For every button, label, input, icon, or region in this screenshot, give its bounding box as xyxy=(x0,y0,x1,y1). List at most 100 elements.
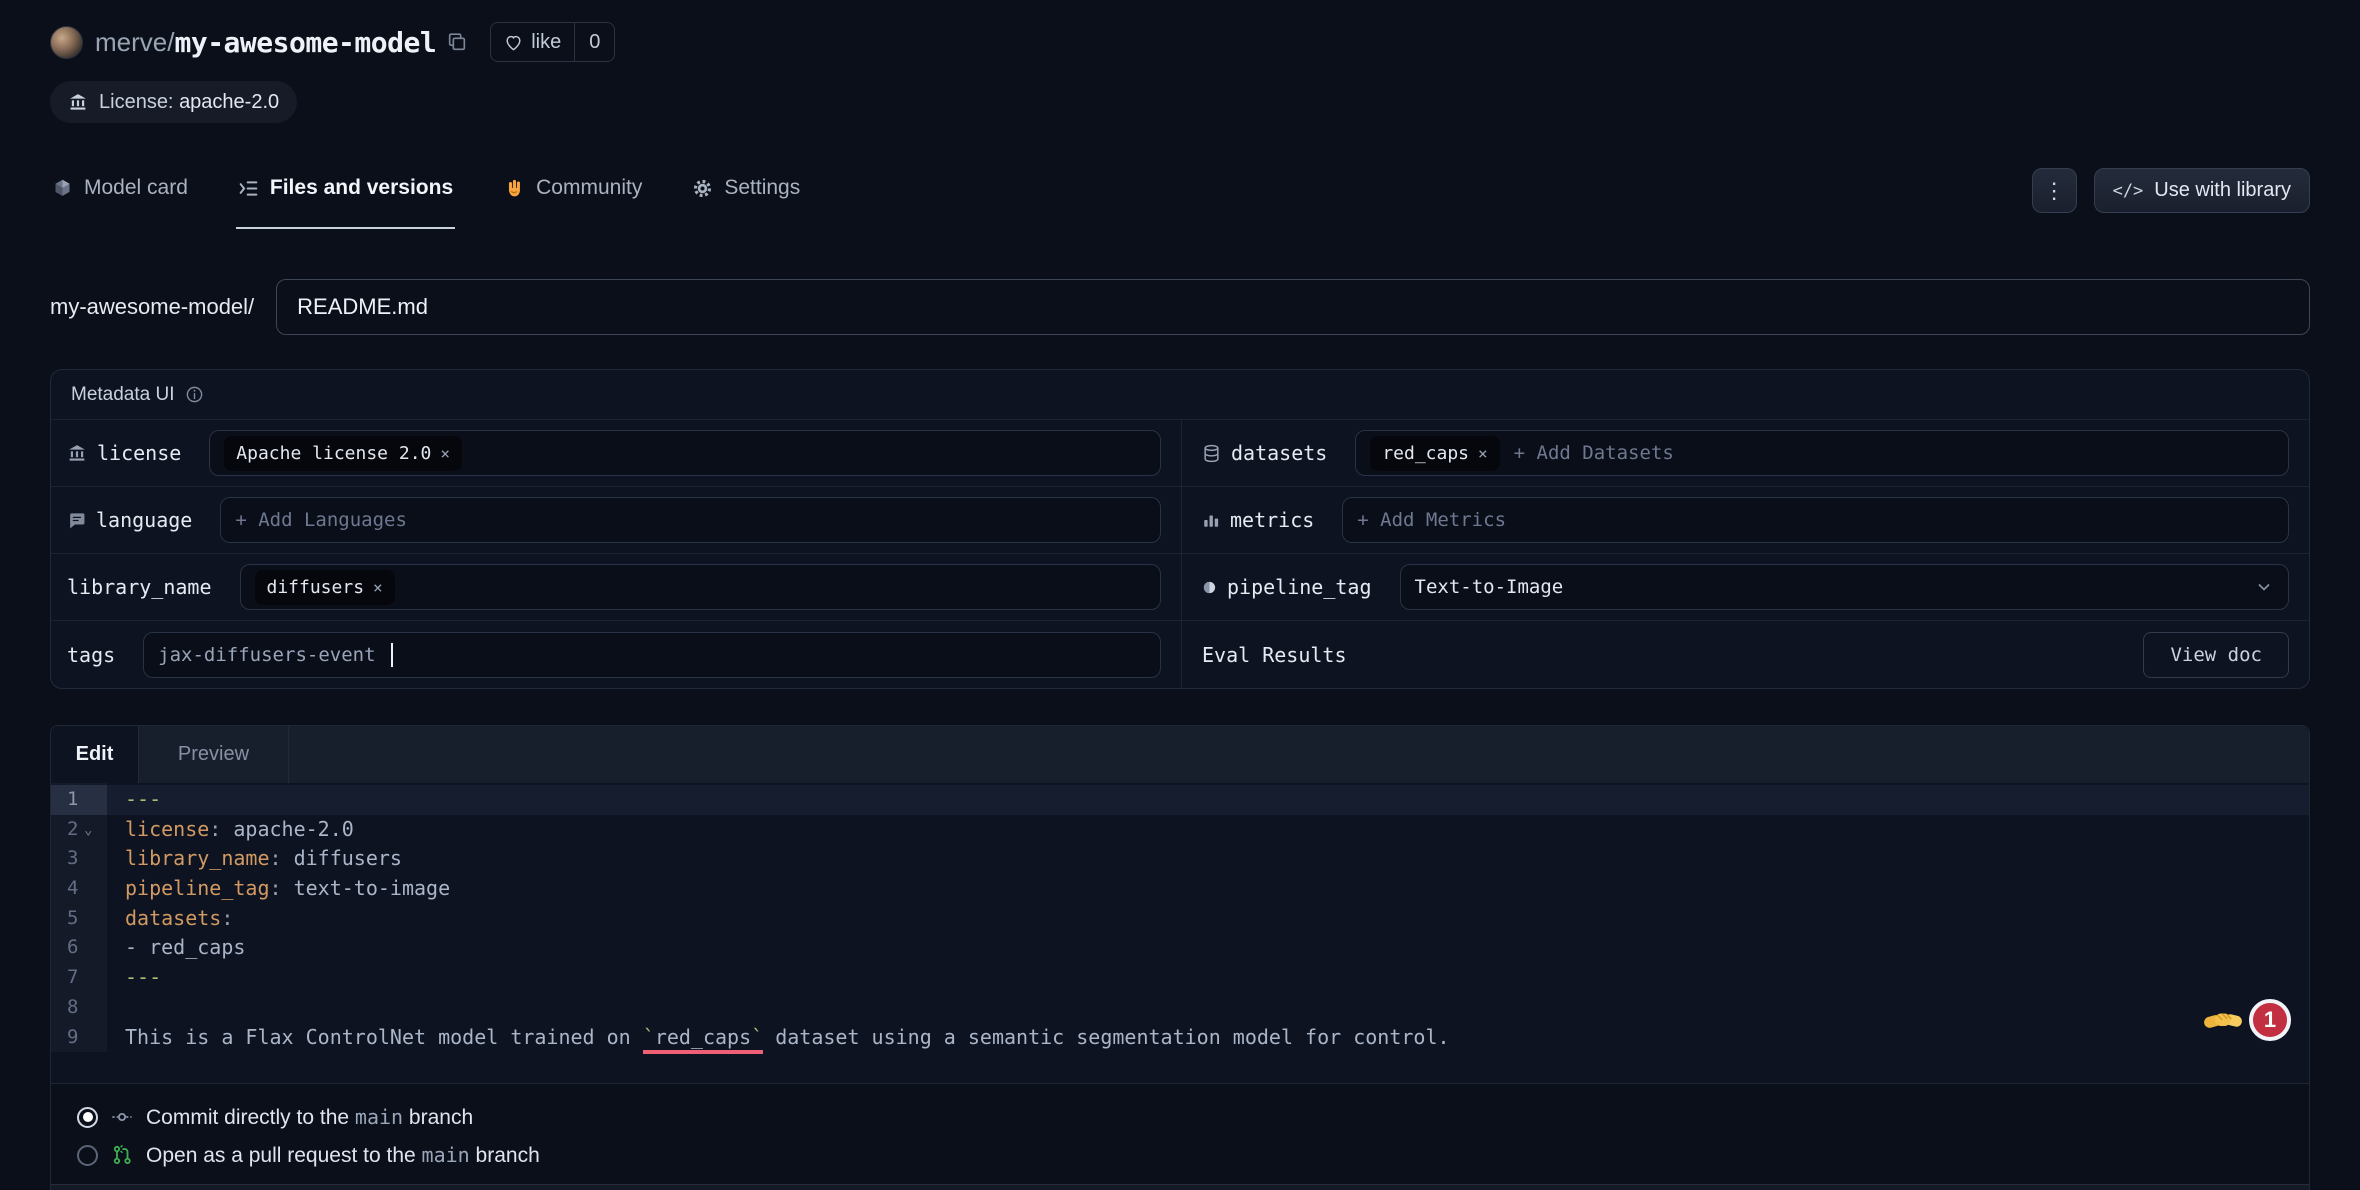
tab-preview[interactable]: Preview xyxy=(139,726,289,783)
pull-request-icon xyxy=(111,1144,133,1166)
code-token: --- xyxy=(125,965,161,989)
code-line: datasets: xyxy=(107,904,2309,934)
code-token: license xyxy=(125,817,209,841)
use-with-library-button[interactable]: </> Use with library xyxy=(2094,168,2310,213)
code-line: --- xyxy=(107,963,2309,993)
tab-edit[interactable]: Edit xyxy=(51,726,139,783)
code-token: This is a Flax ControlNet model trained … xyxy=(125,1025,643,1049)
code-line xyxy=(107,993,2309,1023)
code-token: : xyxy=(221,906,233,930)
code-token: dataset using a semantic segmentation mo… xyxy=(763,1025,1449,1049)
remove-chip-icon[interactable]: × xyxy=(1478,444,1488,463)
bars-icon xyxy=(1202,511,1220,529)
eval-results-label: Eval Results xyxy=(1202,643,1347,667)
code-token: datasets xyxy=(125,906,221,930)
tags-typed-value: jax-diffusers-event xyxy=(158,644,375,666)
notification-badge[interactable]: 1 xyxy=(2249,999,2291,1041)
license-badge[interactable]: License: apache-2.0 xyxy=(50,81,297,123)
field-language: language + Add Languages xyxy=(51,487,1181,554)
header-actions: ⋮ </> Use with library xyxy=(2032,168,2310,229)
remove-chip-icon[interactable]: × xyxy=(373,578,383,597)
code-token: ` xyxy=(643,1025,655,1054)
metadata-grid: license Apache license 2.0× datasets red… xyxy=(51,420,2309,688)
line-number: 3 xyxy=(51,844,107,874)
dataset-chip: red_caps× xyxy=(1370,436,1499,471)
text-caret xyxy=(391,643,393,667)
datasets-input[interactable]: red_caps× + Add Datasets xyxy=(1355,430,2289,476)
tab-model-card[interactable]: Model card xyxy=(50,167,190,229)
path-prefix-label: my-awesome-model/ xyxy=(50,294,254,320)
commit-options: Commit directly to the main branch Open … xyxy=(51,1083,2309,1185)
tab-settings[interactable]: Settings xyxy=(690,167,802,229)
tab-files-and-versions[interactable]: Files and versions xyxy=(236,167,455,229)
radio-unselected-icon[interactable] xyxy=(77,1145,98,1166)
editor-tabbar: Edit Preview xyxy=(51,726,2309,783)
eval-results-row: Eval Results View doc xyxy=(1202,632,2289,678)
tab-community[interactable]: Community xyxy=(501,167,644,229)
library-name-input[interactable]: diffusers× xyxy=(240,564,1162,610)
code-line: --- xyxy=(107,785,2309,815)
more-options-button[interactable]: ⋮ xyxy=(2032,168,2077,213)
metrics-input[interactable]: + Add Metrics xyxy=(1342,497,2289,543)
language-input[interactable]: + Add Languages xyxy=(220,497,1161,543)
tags-label: tags xyxy=(67,643,115,667)
kebab-icon: ⋮ xyxy=(2043,178,2065,204)
code-line: - red_caps xyxy=(107,933,2309,963)
line-number: 4 xyxy=(51,874,107,904)
commit-pr-option[interactable]: Open as a pull request to the main branc… xyxy=(77,1136,2309,1174)
chevron-down-icon xyxy=(2254,577,2274,597)
bank-icon xyxy=(67,443,87,463)
path-separator: / xyxy=(167,27,174,58)
badge-row: License: apache-2.0 xyxy=(50,81,2310,123)
repo-header: merve / my-awesome-model like 0 xyxy=(0,0,2360,123)
speech-icon xyxy=(67,511,86,530)
metadata-ui-header: Metadata UI xyxy=(51,370,2309,420)
metadata-ui-panel: Metadata UI license Apache license 2.0× … xyxy=(50,369,2310,689)
line-number: 8 xyxy=(51,993,107,1023)
owner-name-link[interactable]: merve xyxy=(95,27,167,58)
field-datasets: datasets red_caps× + Add Datasets xyxy=(1181,420,2309,487)
add-datasets-placeholder: + Add Datasets xyxy=(1514,442,1674,464)
remove-chip-icon[interactable]: × xyxy=(440,444,450,463)
code-token: text-to-image xyxy=(294,876,451,900)
tags-input[interactable]: jax-diffusers-event xyxy=(143,632,1161,678)
code-line: pipeline_tag: text-to-image xyxy=(107,874,2309,904)
filename-input[interactable] xyxy=(276,279,2310,335)
datasets-label: datasets xyxy=(1202,441,1327,465)
owner-avatar[interactable] xyxy=(50,26,83,59)
like-count[interactable]: 0 xyxy=(574,23,614,61)
library-name-label: library_name xyxy=(67,575,212,599)
commit-direct-option[interactable]: Commit directly to the main branch xyxy=(77,1098,2309,1136)
pipeline-tag-label: pipeline_tag xyxy=(1202,575,1372,599)
community-icon xyxy=(503,177,525,199)
code-line: This is a Flax ControlNet model trained … xyxy=(107,1023,2309,1053)
line-number: 1 xyxy=(51,785,107,815)
model-name[interactable]: my-awesome-model xyxy=(174,26,436,59)
repo-tabbar: Model card Files and versions Community xyxy=(0,167,2360,229)
field-eval-results: Eval Results View doc xyxy=(1181,621,2309,688)
code-line: library_name: diffusers xyxy=(107,844,2309,874)
code-token: apache-2.0 xyxy=(233,817,353,841)
pipeline-tag-select[interactable]: Text-to-Image xyxy=(1400,564,2290,610)
code-token: : xyxy=(270,846,294,870)
license-input[interactable]: Apache license 2.0× xyxy=(209,430,1161,476)
commit-pr-label: Open as a pull request to the main branc… xyxy=(146,1143,540,1168)
editor-code-area[interactable]: ---license: apache-2.0library_name: diff… xyxy=(107,783,2309,1052)
code-token: ` xyxy=(751,1025,763,1054)
code-editor[interactable]: 12⌄3456789 ---license: apache-2.0library… xyxy=(51,783,2309,1083)
field-metrics: metrics + Add Metrics xyxy=(1181,487,2309,554)
radio-selected-icon[interactable] xyxy=(77,1107,98,1128)
bank-icon xyxy=(68,92,88,112)
info-icon[interactable] xyxy=(185,385,204,404)
fold-chevron-icon[interactable]: ⌄ xyxy=(84,816,92,846)
like-button[interactable]: like xyxy=(491,23,574,61)
line-number: 9 xyxy=(51,1023,107,1053)
code-token: : xyxy=(270,876,294,900)
editor-gutter: 12⌄3456789 xyxy=(51,783,107,1052)
copy-name-icon[interactable] xyxy=(446,31,468,53)
code-token: - red_caps xyxy=(125,935,245,959)
line-number: 6 xyxy=(51,933,107,963)
field-library-name: library_name diffusers× xyxy=(51,554,1181,621)
view-doc-button[interactable]: View doc xyxy=(2143,632,2289,678)
field-license: license Apache license 2.0× xyxy=(51,420,1181,487)
